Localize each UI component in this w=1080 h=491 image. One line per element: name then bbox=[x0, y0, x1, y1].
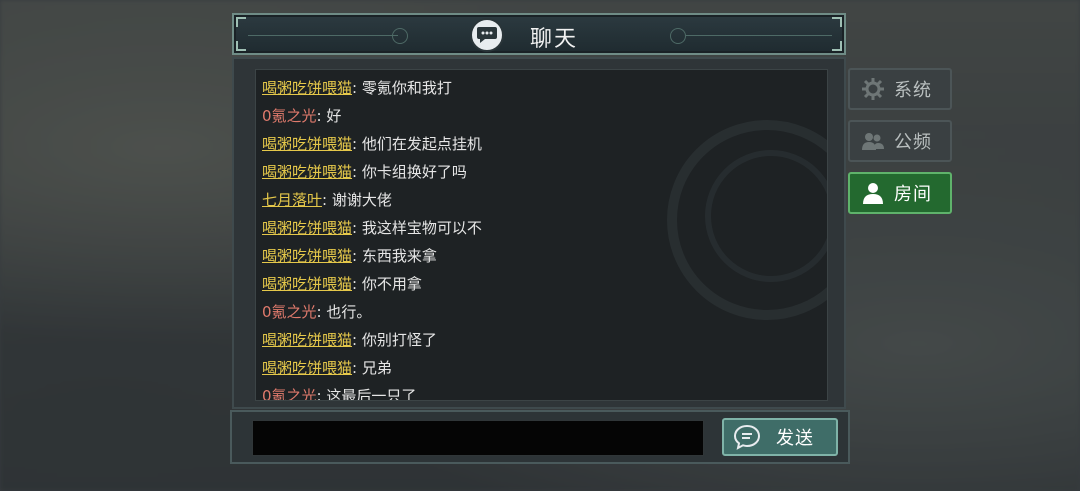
message-text: : 零氪你和我打 bbox=[352, 79, 452, 97]
message-sender[interactable]: 喝粥吃饼喂猫 bbox=[262, 359, 352, 377]
tab-system[interactable]: 系统 bbox=[848, 68, 952, 110]
chat-input[interactable] bbox=[252, 420, 704, 456]
chat-input-bar: 发送 bbox=[230, 410, 850, 464]
tab-label: 房间 bbox=[894, 184, 932, 205]
message-sender[interactable]: 喝粥吃饼喂猫 bbox=[262, 247, 352, 265]
message-text: : 兄弟 bbox=[352, 359, 392, 377]
chat-message: 七月落叶: 谢谢大佬 bbox=[262, 186, 827, 214]
page-title: 聊天 bbox=[530, 27, 579, 52]
message-text: : 东西我来拿 bbox=[352, 247, 437, 265]
title-decoration bbox=[248, 35, 398, 36]
message-text: : 他们在发起点挂机 bbox=[352, 135, 482, 153]
message-sender[interactable]: 喝粥吃饼喂猫 bbox=[262, 163, 352, 181]
message-text: : 好 bbox=[316, 107, 342, 125]
chat-message: 喝粥吃饼喂猫: 东西我来拿 bbox=[262, 242, 827, 270]
tab-public[interactable]: 公频 bbox=[848, 120, 952, 162]
group-icon bbox=[860, 128, 886, 154]
frame-corner bbox=[832, 17, 842, 27]
chat-message: 喝粥吃饼喂猫: 他们在发起点挂机 bbox=[262, 130, 827, 158]
person-icon bbox=[860, 180, 886, 206]
title-decoration bbox=[670, 28, 686, 44]
message-list[interactable]: 喝粥吃饼喂猫: 零氪你和我打 0氪之光: 好喝粥吃饼喂猫: 他们在发起点挂机 喝粥吃… bbox=[255, 69, 828, 401]
chat-message: 喝粥吃饼喂猫: 你不用拿 bbox=[262, 270, 827, 298]
chat-message: 喝粥吃饼喂猫: 零氪你和我打 bbox=[262, 74, 827, 102]
message-sender[interactable]: 喝粥吃饼喂猫 bbox=[262, 135, 352, 153]
message-sender[interactable]: 喝粥吃饼喂猫 bbox=[262, 275, 352, 293]
message-text: : 这最后一只了 bbox=[316, 387, 417, 401]
tab-label: 系统 bbox=[894, 80, 932, 101]
chat-message: 喝粥吃饼喂猫: 你别打怪了 bbox=[262, 326, 827, 354]
message-sender[interactable]: 喝粥吃饼喂猫 bbox=[262, 219, 352, 237]
chat-panel: 喝粥吃饼喂猫: 零氪你和我打 0氪之光: 好喝粥吃饼喂猫: 他们在发起点挂机 喝粥吃… bbox=[232, 57, 846, 409]
message-sender[interactable]: 0氪之光 bbox=[262, 387, 317, 400]
message-text: : 你不用拿 bbox=[352, 275, 422, 293]
tab-label: 公频 bbox=[894, 132, 932, 153]
tab-room[interactable]: 房间 bbox=[848, 172, 952, 214]
chat-message: 0氪之光: 这最后一只了 bbox=[262, 382, 827, 401]
message-sender[interactable]: 0氪之光 bbox=[262, 303, 317, 321]
title-decoration bbox=[392, 28, 408, 44]
chat-title-bar: 聊天 bbox=[232, 13, 846, 55]
message-sender[interactable]: 喝粥吃饼喂猫 bbox=[262, 79, 352, 97]
send-button[interactable]: 发送 bbox=[722, 418, 838, 456]
chat-bubble-icon bbox=[470, 18, 504, 52]
frame-corner bbox=[236, 41, 246, 51]
send-button-label: 发送 bbox=[776, 428, 814, 449]
message-text: : 谢谢大佬 bbox=[322, 191, 392, 209]
gear-icon bbox=[860, 76, 886, 102]
message-sender[interactable]: 喝粥吃饼喂猫 bbox=[262, 331, 352, 349]
message-text: : 你卡组换好了吗 bbox=[352, 163, 467, 181]
message-list-content: 喝粥吃饼喂猫: 零氪你和我打 0氪之光: 好喝粥吃饼喂猫: 他们在发起点挂机 喝粥吃… bbox=[262, 74, 827, 401]
message-text: : 我这样宝物可以不 bbox=[352, 219, 482, 237]
chat-message: 0氪之光: 好 bbox=[262, 102, 827, 130]
message-sender[interactable]: 0氪之光 bbox=[262, 107, 317, 125]
chat-message: 0氪之光: 也行。 bbox=[262, 298, 827, 326]
chat-message: 喝粥吃饼喂猫: 你卡组换好了吗 bbox=[262, 158, 827, 186]
message-text: : 也行。 bbox=[316, 303, 372, 321]
chat-message: 喝粥吃饼喂猫: 兄弟 bbox=[262, 354, 827, 382]
message-sender[interactable]: 七月落叶 bbox=[262, 191, 322, 209]
frame-corner bbox=[832, 41, 842, 51]
message-text: : 你别打怪了 bbox=[352, 331, 437, 349]
chat-bubble-icon bbox=[732, 422, 762, 452]
chat-message: 喝粥吃饼喂猫: 我这样宝物可以不 bbox=[262, 214, 827, 242]
title-decoration bbox=[686, 35, 832, 36]
frame-corner bbox=[236, 17, 246, 27]
